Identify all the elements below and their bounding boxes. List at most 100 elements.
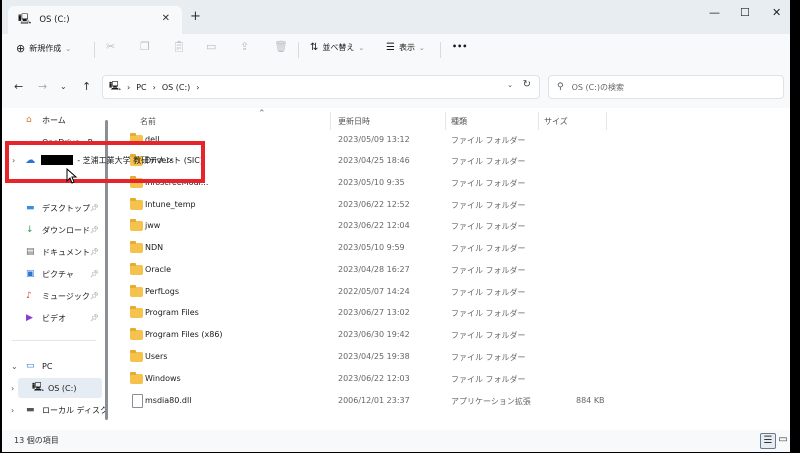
file-row[interactable]: Oracle 2023/04/28 16:27 ファイル フォルダー [112, 260, 790, 281]
column-header-size[interactable]: サイズ [544, 112, 568, 130]
nav-item-documents[interactable]: ▤ ドキュメント 📌︎ [2, 242, 106, 262]
column-divider[interactable] [606, 112, 607, 130]
address-bar[interactable]: 🖳 › PC › OS (C:) › ⌄ ↻ [102, 75, 540, 99]
column-divider[interactable] [445, 112, 446, 130]
nav-item-home[interactable]: ⌂ ホーム [2, 110, 106, 130]
command-bar: ⊕ 新規作成 ⌄ ✂ ❐ 📋︎ ▭ ⇪ 🗑︎ ⇅ 並べ替え ⌄ ☰ 表示 ⌄ •… [2, 34, 790, 67]
red-highlight-box [5, 141, 205, 183]
file-type: ファイル フォルダー [451, 136, 526, 145]
search-box[interactable]: ⚲ [548, 75, 784, 99]
file-row[interactable]: msdia80.dll 2006/12/01 23:37 アプリケーション拡張 … [112, 391, 790, 412]
search-input[interactable] [569, 81, 764, 93]
file-type: ファイル フォルダー [451, 375, 526, 384]
close-window-button[interactable]: ✕ [772, 6, 781, 19]
nav-label: ピクチャ [42, 269, 74, 279]
file-row[interactable]: PerfLogs 2022/05/07 14:24 ファイル フォルダー [112, 282, 790, 303]
picture-icon: ▣ [26, 269, 35, 279]
nav-item-desktop[interactable]: ▬ デスクトップ 📌︎ [2, 198, 106, 218]
refresh-icon[interactable]: ↻ [523, 79, 531, 90]
toolbar-divider [440, 42, 441, 58]
pin-icon[interactable]: 📌︎ [90, 204, 99, 212]
nav-label: PC [42, 361, 53, 371]
chevron-down-icon[interactable]: ⌄ [507, 81, 513, 89]
view-button[interactable]: ☰ 表示 ⌄ [386, 42, 425, 53]
nav-item-os-c[interactable]: › 🖳 OS (C:) [11, 378, 102, 398]
nav-item-downloads[interactable]: ↓ ダウンロード 📌︎ [2, 220, 106, 240]
column-header-type[interactable]: 種類 [451, 112, 467, 130]
minimize-button[interactable]: — [709, 6, 720, 19]
file-row[interactable]: jww 2023/06/22 12:04 ファイル フォルダー [112, 216, 790, 237]
file-row[interactable]: NDN 2023/05/10 9:59 ファイル フォルダー [112, 238, 790, 259]
share-icon[interactable]: ⇪ [240, 40, 249, 53]
nav-label: ホーム [42, 115, 66, 125]
plus-circle-icon: ⊕ [16, 42, 26, 55]
pin-icon[interactable]: 📌︎ [90, 270, 99, 278]
nav-item-videos[interactable]: ▶ ビデオ 📌︎ [2, 308, 106, 328]
file-row[interactable]: Program Files (x86) 2023/06/30 19:42 ファイ… [112, 325, 790, 346]
new-button[interactable]: ⊕ 新規作成 ⌄ [16, 42, 71, 55]
delete-icon[interactable]: 🗑︎ [274, 40, 288, 53]
file-date: 2023/04/28 16:27 [338, 265, 410, 274]
recent-locations-chevron-icon[interactable]: ⌄ [60, 82, 67, 91]
address-row: ← → ⌄ ↑ 🖳 › PC › OS (C:) › ⌄ ↻ ⚲ [2, 66, 790, 108]
file-row[interactable]: Program Files 2023/06/27 13:02 ファイル フォルダ… [112, 303, 790, 324]
rename-icon[interactable]: ▭ [206, 40, 216, 53]
back-arrow-icon[interactable]: ← [14, 80, 23, 93]
pin-icon[interactable]: 📌︎ [90, 226, 99, 234]
tiles-view-icon[interactable]: ▭ [776, 433, 790, 447]
file-row[interactable]: dell 2023/05/09 13:12 ファイル フォルダー [112, 130, 790, 151]
column-header-date[interactable]: 更新日時 [338, 112, 370, 130]
pin-icon[interactable]: 📌︎ [90, 314, 99, 322]
paste-icon[interactable]: 📋︎ [172, 40, 186, 53]
new-button-label: 新規作成 [29, 44, 62, 53]
new-tab-button[interactable]: + [190, 9, 201, 24]
file-type: ファイル フォルダー [451, 201, 526, 210]
pin-icon[interactable]: 📌︎ [90, 248, 99, 256]
file-row[interactable]: Drivers 2023/04/25 18:46 ファイル フォルダー [112, 151, 790, 172]
pc-icon: 🖳 [109, 82, 122, 92]
up-arrow-icon[interactable]: ↑ [82, 80, 91, 93]
column-header-name[interactable]: ⌃ 名前 [140, 109, 266, 130]
file-date: 2023/04/25 18:46 [338, 156, 410, 165]
column-divider[interactable] [330, 112, 331, 130]
cut-icon[interactable]: ✂ [106, 40, 115, 53]
nav-item-pc[interactable]: ⌄ ▭ PC [2, 356, 106, 376]
more-options-button[interactable]: ••• [452, 42, 467, 51]
mouse-cursor-icon [66, 168, 78, 184]
view-list-icon: ☰ [386, 42, 395, 53]
tab-close-button[interactable]: ✕ [162, 13, 170, 24]
file-date: 2023/06/30 19:42 [338, 330, 410, 339]
file-name: Program Files [145, 308, 199, 317]
file-type: ファイル フォルダー [451, 309, 526, 318]
folder-icon [130, 241, 143, 253]
file-type: アプリケーション拡張 [451, 397, 531, 406]
search-icon: ⚲ [557, 82, 564, 92]
file-type: ファイル フォルダー [451, 266, 526, 275]
sort-button-label: 並べ替え [322, 43, 355, 52]
maximize-button[interactable]: ☐ [740, 6, 750, 19]
nav-item-music[interactable]: ♪ ミュージック 📌︎ [2, 286, 106, 306]
pin-icon[interactable]: 📌︎ [90, 292, 99, 300]
chevron-down-icon[interactable]: ⌄ [11, 362, 18, 371]
status-bar: 13 個の項目 ☰ ▭ [2, 430, 790, 452]
copy-icon[interactable]: ❐ [140, 40, 150, 53]
chevron-right-icon[interactable]: › [11, 406, 14, 415]
nav-label: ダウンロード [42, 225, 90, 235]
video-icon: ▶ [26, 313, 33, 323]
column-divider[interactable] [538, 112, 539, 130]
file-row[interactable]: Users 2023/04/25 19:38 ファイル フォルダー [112, 347, 790, 368]
chevron-down-icon: ⌄ [418, 43, 425, 52]
breadcrumb-os-c[interactable]: OS (C:) [162, 83, 190, 92]
tab-os-c[interactable]: 🖳 OS (C:) ✕ [8, 6, 182, 34]
file-row[interactable]: InfoscreeModi... 2023/05/10 9:35 ファイル フォ… [112, 173, 790, 194]
file-date: 2023/04/25 19:38 [338, 352, 410, 361]
file-row[interactable]: Intune_temp 2023/06/22 12:52 ファイル フォルダー [112, 195, 790, 216]
sort-button[interactable]: ⇅ 並べ替え ⌄ [310, 42, 364, 53]
details-view-icon[interactable]: ☰ [760, 433, 776, 449]
forward-arrow-icon[interactable]: → [38, 80, 47, 93]
file-row[interactable]: Windows 2023/06/22 12:03 ファイル フォルダー [112, 369, 790, 390]
chevron-right-icon[interactable]: › [11, 384, 14, 393]
nav-item-local-disk[interactable]: › ▬ ローカル ディスク [2, 400, 108, 420]
nav-item-pictures[interactable]: ▣ ピクチャ 📌︎ [2, 264, 106, 284]
breadcrumb-pc[interactable]: PC [136, 83, 146, 92]
